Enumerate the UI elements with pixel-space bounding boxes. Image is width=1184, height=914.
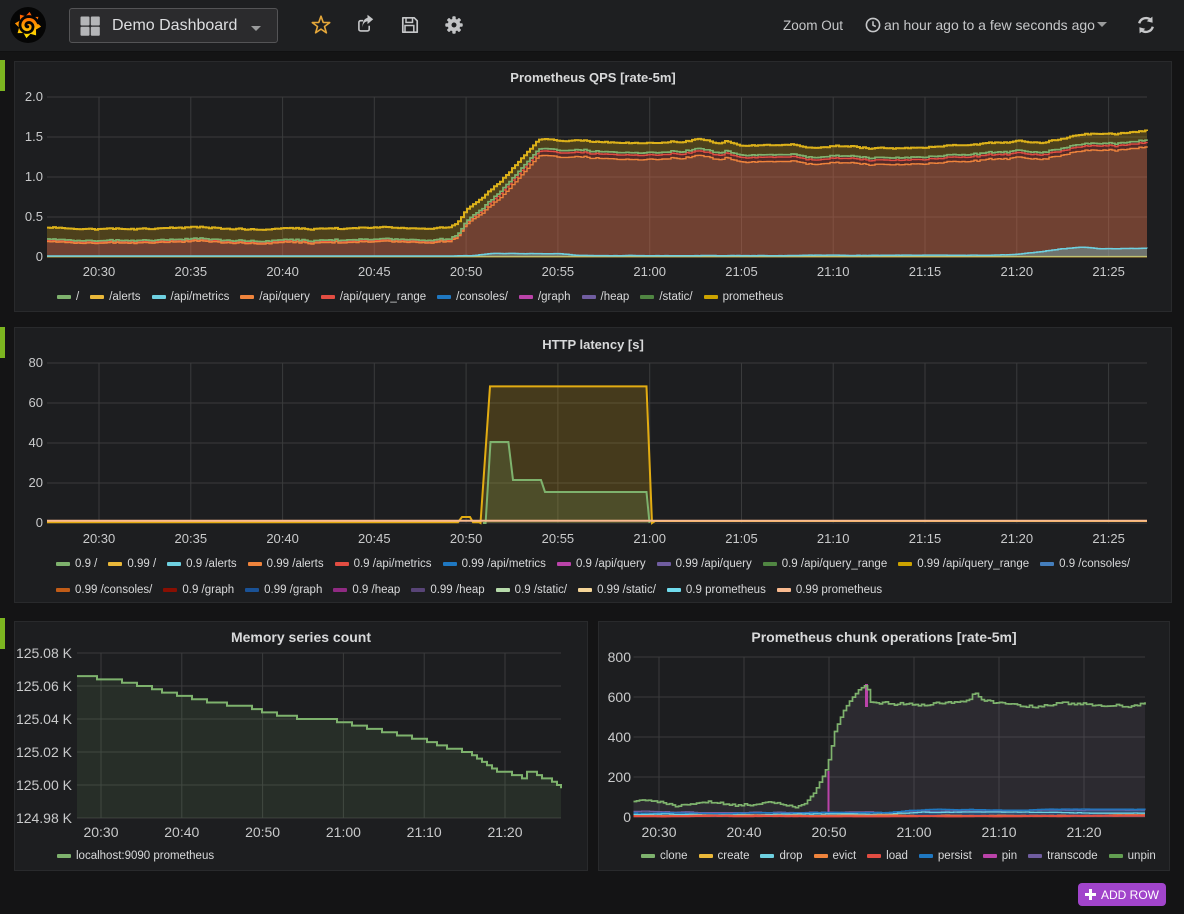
svg-text:2.0: 2.0: [25, 89, 43, 104]
svg-text:21:10: 21:10: [981, 824, 1016, 840]
svg-text:0.5: 0.5: [25, 209, 43, 224]
svg-text:21:05: 21:05: [725, 531, 758, 546]
svg-text:20:30: 20:30: [83, 531, 116, 546]
svg-text:0: 0: [36, 249, 43, 264]
svg-text:80: 80: [29, 355, 43, 370]
svg-text:600: 600: [608, 689, 632, 705]
svg-text:21:15: 21:15: [909, 264, 942, 279]
svg-text:0: 0: [623, 809, 631, 825]
svg-text:20:30: 20:30: [83, 824, 118, 840]
svg-text:0: 0: [36, 515, 43, 530]
svg-text:21:15: 21:15: [909, 531, 942, 546]
svg-text:21:20: 21:20: [1001, 264, 1034, 279]
svg-text:21:20: 21:20: [1001, 531, 1034, 546]
svg-text:20: 20: [29, 475, 43, 490]
svg-text:21:10: 21:10: [817, 531, 850, 546]
svg-text:800: 800: [608, 649, 632, 665]
svg-text:20:45: 20:45: [358, 264, 391, 279]
svg-text:20:40: 20:40: [266, 264, 299, 279]
svg-text:21:00: 21:00: [633, 531, 666, 546]
svg-text:21:10: 21:10: [407, 824, 442, 840]
svg-text:21:05: 21:05: [725, 264, 758, 279]
svg-text:21:25: 21:25: [1092, 264, 1125, 279]
svg-text:20:55: 20:55: [542, 264, 575, 279]
svg-text:20:30: 20:30: [641, 824, 676, 840]
svg-text:20:50: 20:50: [245, 824, 280, 840]
svg-text:21:00: 21:00: [633, 264, 666, 279]
svg-text:20:35: 20:35: [175, 531, 208, 546]
svg-text:40: 40: [29, 435, 43, 450]
svg-text:21:20: 21:20: [487, 824, 522, 840]
svg-text:20:35: 20:35: [175, 264, 208, 279]
svg-text:20:50: 20:50: [450, 264, 483, 279]
svg-text:21:20: 21:20: [1066, 824, 1101, 840]
svg-text:1.0: 1.0: [25, 169, 43, 184]
svg-text:125.08 K: 125.08 K: [16, 645, 73, 661]
svg-text:20:55: 20:55: [542, 531, 575, 546]
svg-text:21:10: 21:10: [817, 264, 850, 279]
svg-text:20:30: 20:30: [83, 264, 116, 279]
svg-text:21:25: 21:25: [1092, 531, 1125, 546]
svg-text:400: 400: [608, 729, 632, 745]
svg-text:60: 60: [29, 395, 43, 410]
svg-text:125.04 K: 125.04 K: [16, 711, 73, 727]
svg-text:20:50: 20:50: [450, 531, 483, 546]
svg-text:20:45: 20:45: [358, 531, 391, 546]
svg-text:200: 200: [608, 769, 632, 785]
svg-text:125.06 K: 125.06 K: [16, 678, 73, 694]
svg-text:20:40: 20:40: [726, 824, 761, 840]
svg-text:125.02 K: 125.02 K: [16, 744, 73, 760]
svg-text:20:40: 20:40: [164, 824, 199, 840]
svg-text:21:00: 21:00: [326, 824, 361, 840]
svg-text:124.98 K: 124.98 K: [16, 810, 73, 826]
svg-text:1.5: 1.5: [25, 129, 43, 144]
svg-text:125.00 K: 125.00 K: [16, 777, 73, 793]
svg-text:20:40: 20:40: [266, 531, 299, 546]
svg-text:20:50: 20:50: [811, 824, 846, 840]
svg-text:21:00: 21:00: [896, 824, 931, 840]
